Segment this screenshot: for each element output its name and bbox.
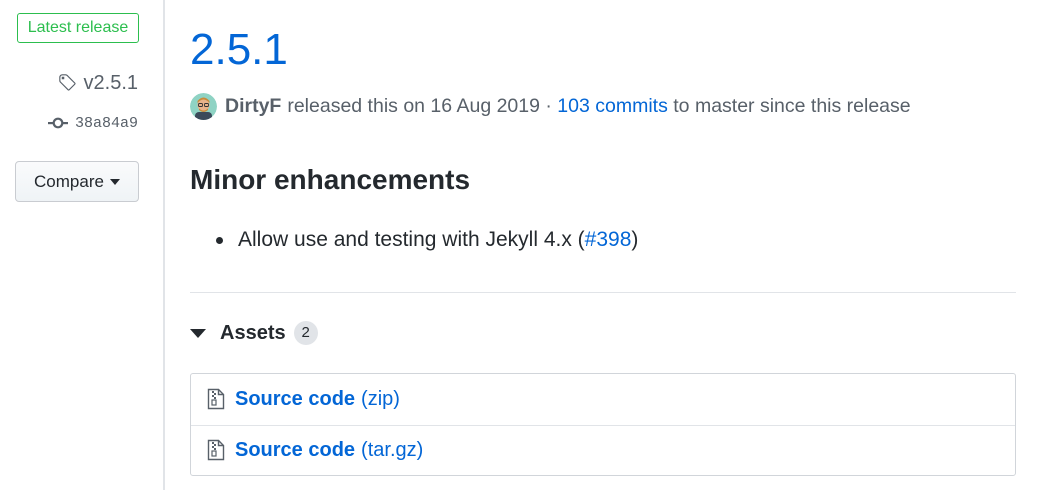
asset-source-targz[interactable]: Source code (tar.gz) <box>191 424 1015 476</box>
tag-icon <box>58 73 78 93</box>
compare-button-label: Compare <box>34 171 104 191</box>
asset-type: (zip) <box>361 387 400 410</box>
commits-link[interactable]: 103 commits <box>557 95 668 118</box>
release-meta: DirtyF released this on 16 Aug 2019 · 10… <box>190 92 911 120</box>
commit-link[interactable]: 38a84a9 <box>47 112 138 134</box>
notes-heading: Minor enhancements <box>190 164 471 195</box>
tag-link[interactable]: v2.5.1 <box>58 70 138 96</box>
release-title[interactable]: 2.5.1 <box>190 22 288 78</box>
author-link[interactable]: DirtyF <box>225 95 281 118</box>
caret-down-icon <box>109 178 120 185</box>
released-text: released this on 16 Aug 2019 · <box>287 94 552 117</box>
assets-toggle[interactable]: Assets 2 <box>190 318 318 348</box>
file-zip-icon <box>207 388 235 410</box>
latest-release-label: Latest release <box>17 13 139 43</box>
asset-source-zip[interactable]: Source code (zip) <box>191 374 1015 425</box>
assets-list: Source code (zip) Source code (tar.gz) <box>190 373 1016 476</box>
commit-sha: 38a84a9 <box>74 114 138 132</box>
release-main: 2.5.1 DirtyF released this on 16 Aug 201… <box>190 0 1016 490</box>
release-notes-list: Allow use and testing with Jekyll 4.x (#… <box>212 224 638 256</box>
asset-type: (tar.gz) <box>361 438 424 461</box>
tag-name: v2.5.1 <box>83 71 138 94</box>
asset-name: Source code <box>235 438 356 461</box>
avatar[interactable] <box>190 92 217 120</box>
list-item: Allow use and testing with Jekyll 4.x (#… <box>212 224 638 256</box>
assets-count-badge: 2 <box>293 321 318 345</box>
section-divider <box>190 292 1016 293</box>
assets-label: Assets <box>220 321 286 344</box>
file-zip-icon <box>207 439 235 461</box>
git-commit-icon <box>47 116 69 130</box>
commits-suffix: to master since this release <box>673 94 911 117</box>
note-suffix: ) <box>631 228 639 251</box>
asset-name: Source code <box>235 387 356 410</box>
triangle-down-icon <box>190 328 206 338</box>
release-sidebar: Latest release v2.5.1 38a84a9 Compare <box>0 0 164 490</box>
note-text: Allow use and testing with Jekyll 4.x ( <box>238 228 585 251</box>
timeline-divider <box>163 0 165 490</box>
issue-link[interactable]: #398 <box>585 228 632 251</box>
compare-button[interactable]: Compare <box>15 161 139 202</box>
